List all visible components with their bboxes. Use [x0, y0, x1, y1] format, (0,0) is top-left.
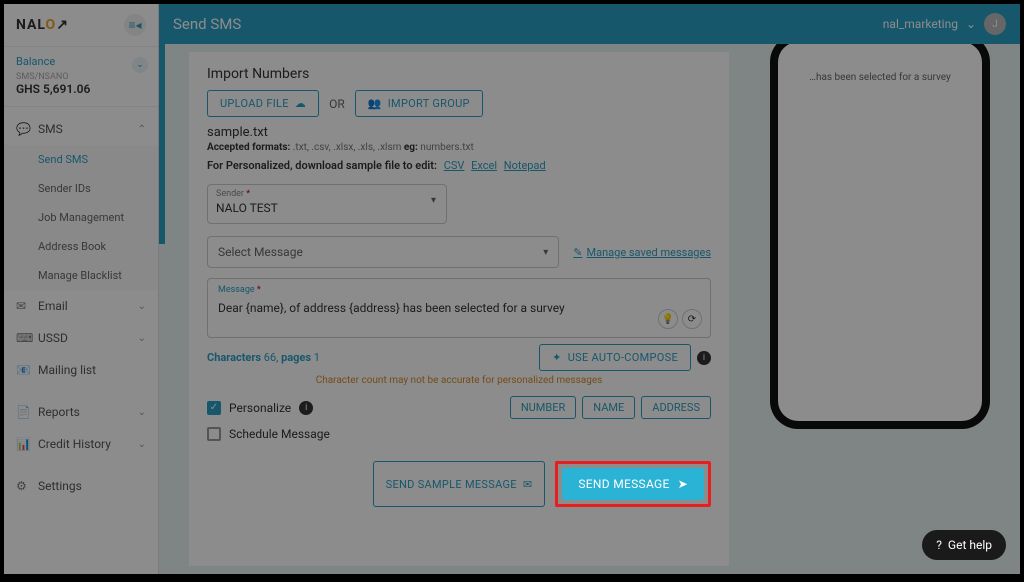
download-csv-link[interactable]: CSV [444, 159, 465, 172]
nav-ussd[interactable]: ⌨USSD⌄ [4, 322, 158, 354]
info-icon[interactable]: i [299, 401, 313, 415]
var-name-button[interactable]: NAME [582, 396, 635, 419]
import-numbers-title: Import Numbers [207, 66, 711, 82]
list-icon: 📧 [16, 363, 30, 377]
balance-label: Balance [16, 55, 146, 68]
logo: NALO↗ [16, 17, 69, 33]
help-icon: ? [936, 538, 942, 552]
var-number-button[interactable]: NUMBER [510, 396, 576, 419]
chevron-down-icon: ▾ [543, 247, 548, 258]
group-icon: 👥 [368, 97, 382, 110]
sidebar-item-send-sms[interactable]: Send SMS [4, 145, 158, 174]
chevron-down-icon: ⌄ [138, 301, 146, 312]
nav: 💬SMS ⌃ Send SMS Sender IDs Job Managemen… [4, 107, 158, 574]
sidebar-item-sender-ids[interactable]: Sender IDs [4, 174, 158, 203]
phone-preview: …has been selected for a survey [770, 44, 1000, 434]
nav-mailing-list[interactable]: 📧Mailing list [4, 354, 158, 386]
avatar: J [984, 13, 1006, 35]
personalized-download-line: For Personalized, download sample file t… [207, 159, 711, 172]
chevron-down-icon: ⌄ [138, 333, 146, 344]
chevron-down-icon: ▾ [431, 195, 436, 206]
mail-icon: ✉ [523, 478, 533, 491]
chevron-down-icon: ⌄ [138, 407, 146, 418]
send-icon: ➤ [678, 477, 688, 491]
nav-reports[interactable]: 📄Reports⌄ [4, 396, 158, 428]
chevron-down-icon[interactable]: ⌄ [132, 57, 148, 73]
topbar: Send SMS nal_marketing ⌄ J [159, 4, 1020, 44]
keypad-icon: ⌨ [16, 331, 30, 345]
sidebar-item-manage-blacklist[interactable]: Manage Blacklist [4, 261, 158, 290]
schedule-checkbox[interactable] [207, 427, 221, 441]
import-group-button[interactable]: 👥IMPORT GROUP [355, 90, 483, 117]
chevron-down-icon: ⌄ [966, 17, 976, 31]
uploaded-filename: sample.txt [207, 125, 711, 140]
download-excel-link[interactable]: Excel [471, 159, 497, 172]
refresh-icon[interactable]: ⟳ [682, 309, 702, 329]
logo-row: NALO↗ ≡◂ [4, 4, 158, 47]
credit-icon: 📊 [16, 437, 30, 451]
edit-icon: ✎ [573, 246, 582, 259]
balance-sublabel: SMS/NSANO [16, 72, 146, 82]
personalize-checkbox[interactable]: ✓ [207, 401, 221, 415]
sparkle-icon: ✦ [552, 351, 562, 364]
info-icon[interactable]: i [697, 351, 711, 365]
lightbulb-icon[interactable]: 💡 [658, 309, 678, 329]
var-address-button[interactable]: ADDRESS [641, 396, 711, 419]
sender-select[interactable]: Sender NALO TEST ▾ [207, 184, 447, 224]
nav-sms[interactable]: 💬SMS ⌃ [4, 113, 158, 145]
cloud-upload-icon: ☁ [295, 97, 306, 110]
character-count: Characters 66, pages 1 [207, 351, 320, 364]
balance-amount: GHS 5,691.06 [16, 82, 146, 96]
message-textarea[interactable]: Message Dear {name}, of address {address… [207, 278, 711, 338]
sidebar-item-job-management[interactable]: Job Management [4, 203, 158, 232]
sidebar: NALO↗ ≡◂ Balance SMS/NSANO GHS 5,691.06 … [4, 4, 159, 574]
main: Send SMS nal_marketing ⌄ J Import Number… [159, 4, 1020, 574]
or-text: OR [329, 97, 345, 111]
nav-sms-subitems: Send SMS Sender IDs Job Management Addre… [4, 145, 158, 290]
send-sample-button[interactable]: SEND SAMPLE MESSAGE✉ [373, 461, 546, 507]
auto-compose-button[interactable]: ✦USE AUTO-COMPOSE [539, 344, 691, 371]
select-message-dropdown[interactable]: Select Message ▾ [207, 236, 559, 268]
report-icon: 📄 [16, 405, 30, 419]
page-title: Send SMS [173, 15, 241, 33]
chevron-up-icon: ⌃ [138, 124, 146, 135]
gear-icon: ⚙ [16, 479, 30, 493]
download-notepad-link[interactable]: Notepad [504, 159, 546, 172]
chat-icon: 💬 [16, 122, 30, 136]
nav-email[interactable]: ✉Email⌄ [4, 290, 158, 322]
collapse-sidebar-button[interactable]: ≡◂ [124, 14, 146, 36]
sidebar-item-address-book[interactable]: Address Book [4, 232, 158, 261]
char-count-warning: Character count may not be accurate for … [207, 375, 711, 386]
mail-icon: ✉ [16, 299, 30, 313]
user-menu[interactable]: nal_marketing ⌄ J [883, 13, 1006, 35]
send-sms-form: Import Numbers UPLOAD FILE☁ OR 👥IMPORT G… [189, 52, 729, 566]
manage-saved-messages-link[interactable]: ✎Manage saved messages [573, 246, 711, 259]
upload-file-button[interactable]: UPLOAD FILE☁ [207, 90, 319, 117]
highlight-annotation: SEND MESSAGE➤ [555, 461, 711, 507]
balance-box[interactable]: Balance SMS/NSANO GHS 5,691.06 ⌄ [4, 47, 158, 107]
send-message-button[interactable]: SEND MESSAGE➤ [562, 468, 704, 500]
chevron-down-icon: ⌄ [138, 439, 146, 450]
nav-settings[interactable]: ⚙Settings [4, 470, 158, 502]
get-help-button[interactable]: ?Get help [922, 530, 1006, 560]
nav-credit-history[interactable]: 📊Credit History⌄ [4, 428, 158, 460]
accepted-formats: Accepted formats: .txt, .csv, .xlsx, .xl… [207, 142, 711, 153]
